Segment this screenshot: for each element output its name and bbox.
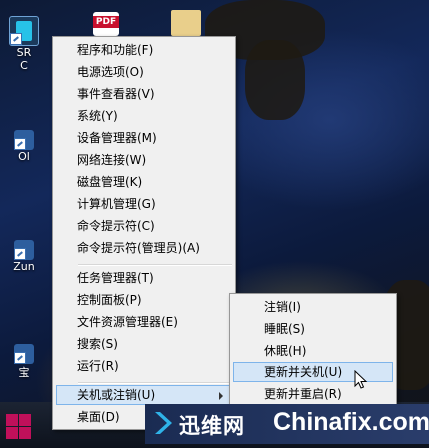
menu-item-computer-management[interactable]: 计算机管理(G) xyxy=(56,194,232,214)
app-icon xyxy=(14,130,34,150)
menu-item-run[interactable]: 运行(R) xyxy=(56,356,232,376)
folder-icon xyxy=(171,10,201,36)
desktop-icon-pdf[interactable]: PDF xyxy=(86,12,126,36)
menu-separator xyxy=(78,264,232,266)
desktop-icon-label: SR xyxy=(16,46,32,59)
submenu-item-hibernate[interactable]: 休眠(H) xyxy=(233,341,393,361)
desktop-icon-folder[interactable] xyxy=(166,10,206,36)
watermark-chinese-text: 迅维网 xyxy=(179,414,245,438)
app-icon xyxy=(9,16,39,46)
pdf-badge: PDF xyxy=(93,16,119,28)
desktop-icon-label-line2: C xyxy=(20,59,28,72)
menu-item-device-manager[interactable]: 设备管理器(M) xyxy=(56,128,232,148)
desktop-icon-label: 宝 xyxy=(18,366,30,379)
submenu-item-sleep[interactable]: 睡眠(S) xyxy=(233,319,393,339)
shortcut-arrow-icon xyxy=(14,138,26,150)
desktop-icon-label: Zun xyxy=(13,260,35,273)
menu-item-power-options[interactable]: 电源选项(O) xyxy=(56,62,232,82)
submenu-item-sign-out[interactable]: 注销(I) xyxy=(233,297,393,317)
watermark-site-text: Chinafix.com xyxy=(273,408,429,436)
shortcut-arrow-icon xyxy=(10,33,22,45)
windows-logo-pane xyxy=(19,427,31,439)
winx-context-menu: 程序和功能(F) 电源选项(O) 事件查看器(V) 系统(Y) 设备管理器(M)… xyxy=(52,36,236,430)
watermark-banner: 迅维网 Chinafix.com xyxy=(145,404,429,444)
menu-item-command-prompt[interactable]: 命令提示符(C) xyxy=(56,216,232,236)
windows-logo-pane xyxy=(19,414,31,426)
shortcut-arrow-icon xyxy=(14,248,26,260)
menu-item-event-viewer[interactable]: 事件查看器(V) xyxy=(56,84,232,104)
menu-item-programs-features[interactable]: 程序和功能(F) xyxy=(56,40,232,60)
start-button[interactable] xyxy=(4,410,34,440)
submenu-item-update-shutdown[interactable]: 更新并关机(U) xyxy=(233,362,393,382)
desktop-icon-label: Ol xyxy=(18,150,30,163)
pdf-icon: PDF xyxy=(93,12,119,36)
desktop-icon-bao[interactable]: 宝 xyxy=(2,344,46,380)
menu-item-shutdown-signout[interactable]: 关机或注销(U) xyxy=(56,385,232,405)
app-icon xyxy=(14,240,34,260)
menu-item-command-prompt-admin[interactable]: 命令提示符(管理员)(A) xyxy=(56,238,232,258)
menu-item-label: 关机或注销(U) xyxy=(77,388,156,402)
menu-separator xyxy=(78,382,232,384)
menu-item-disk-management[interactable]: 磁盘管理(K) xyxy=(56,172,232,192)
shutdown-submenu: 注销(I) 睡眠(S) 休眠(H) 更新并关机(U) 更新并重启(R) xyxy=(229,293,397,408)
menu-item-search[interactable]: 搜索(S) xyxy=(56,334,232,354)
menu-item-network-connections[interactable]: 网络连接(W) xyxy=(56,150,232,170)
menu-item-file-explorer[interactable]: 文件资源管理器(E) xyxy=(56,312,232,332)
desktop-icon-oracle[interactable]: Ol xyxy=(2,130,46,163)
desktop-icon-zune[interactable]: Zun xyxy=(2,240,46,273)
mouse-cursor-icon xyxy=(354,370,368,389)
windows-logo-icon xyxy=(6,414,18,426)
watermark-logo-icon xyxy=(155,412,172,434)
submenu-arrow-icon xyxy=(219,392,223,400)
shortcut-arrow-icon xyxy=(14,352,26,364)
menu-item-control-panel[interactable]: 控制面板(P) xyxy=(56,290,232,310)
app-icon xyxy=(14,344,34,364)
menu-item-system[interactable]: 系统(Y) xyxy=(56,106,232,126)
desktop-icon-srware[interactable]: SR C xyxy=(2,16,46,72)
submenu-item-update-restart[interactable]: 更新并重启(R) xyxy=(233,384,393,404)
windows-logo-pane xyxy=(6,427,18,439)
menu-item-task-manager[interactable]: 任务管理器(T) xyxy=(56,268,232,288)
